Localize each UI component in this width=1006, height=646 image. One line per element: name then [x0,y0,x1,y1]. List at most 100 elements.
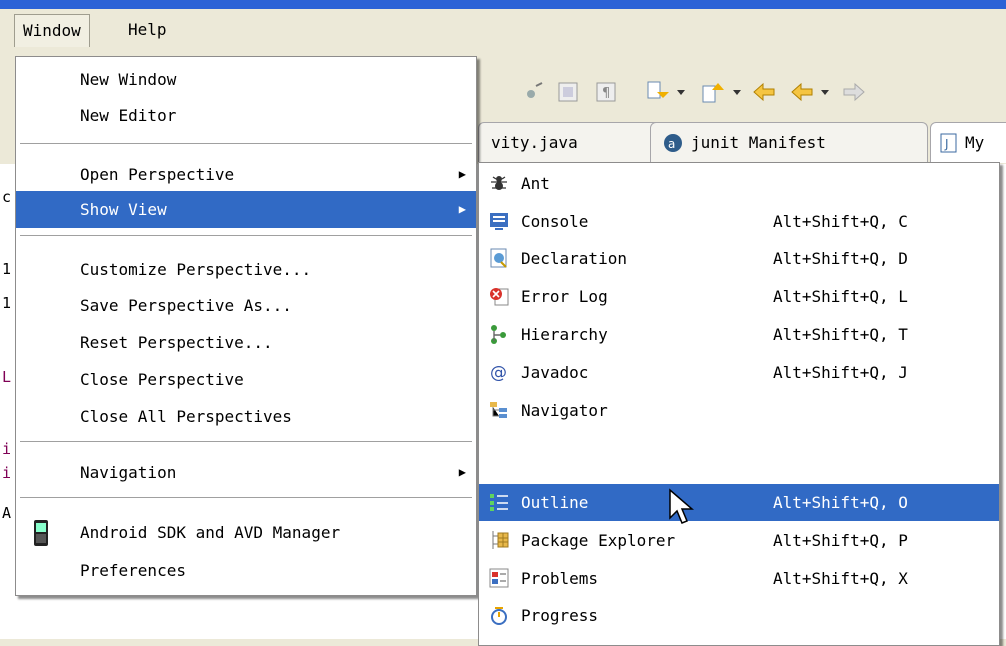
outline-icon [490,494,508,511]
submenu-arrow-icon: ▶ [458,167,466,181]
problems-icon [489,568,509,588]
svg-text:a: a [668,137,675,151]
paragraph-icon[interactable]: ¶ [594,80,618,104]
menu-item-open-perspective[interactable]: Open Perspective ▶ [16,156,476,193]
menu-item-reset-perspective[interactable]: Reset Perspective... [16,324,476,361]
back-dropdown-icon[interactable] [818,80,832,104]
menu-item-label: Android SDK and AVD Manager [80,523,341,542]
menu-item-show-view[interactable]: Show View ▶ [16,191,476,228]
spell-check-icon[interactable] [522,80,546,104]
java-file-icon: J [940,133,957,153]
menu-help[interactable]: Help [120,14,175,46]
editor-fragment: A [2,504,12,522]
menu-item-label: Close All Perspectives [80,407,292,426]
previous-annotation-icon[interactable] [700,80,724,104]
view-item-label: Console [521,212,589,231]
back-icon[interactable] [790,80,814,104]
javadoc-icon: @ [490,363,507,382]
view-item-outline[interactable]: Outline Alt+Shift+Q, O [479,484,999,521]
hierarchy-icon [491,325,506,344]
view-item-shortcut: Alt+Shift+Q, L [773,287,908,306]
menu-item-label: New Editor [80,106,177,125]
menu-item-label: Close Perspective [80,370,244,389]
view-item-shortcut: Alt+Shift+Q, O [773,493,908,512]
menu-item-label: Show View [80,200,167,219]
menu-item-save-perspective-as[interactable]: Save Perspective As... [16,287,476,324]
view-item-hierarchy[interactable]: Hierarchy Alt+Shift+Q, T [479,316,999,353]
menu-item-close-perspective[interactable]: Close Perspective [16,361,476,398]
ant-icon [491,176,507,190]
view-item-shortcut: Alt+Shift+Q, J [773,363,908,382]
editor-fragment: i [2,464,12,482]
view-item-ant[interactable]: Ant [479,165,999,202]
show-whitespace-icon[interactable] [556,80,580,104]
menu-item-android-sdk[interactable]: Android SDK and AVD Manager [16,514,476,551]
view-item-progress[interactable]: Progress [479,597,999,634]
view-item-error-log[interactable]: Error Log Alt+Shift+Q, L [479,278,999,315]
menu-item-new-editor[interactable]: New Editor [16,97,476,134]
view-item-label: Progress [521,606,599,625]
menu-item-new-window[interactable]: New Window [16,61,476,98]
editor-fragment: c [2,188,12,206]
menu-item-customize-perspective[interactable]: Customize Perspective... [16,251,476,288]
package-explorer-icon [492,531,509,549]
window-title-bar [0,0,1006,9]
tab-my[interactable]: J My [930,122,1006,163]
tab-label: vity.java [491,133,578,152]
menu-item-label: Navigation [80,463,177,482]
view-item-shortcut: Alt+Shift+Q, X [773,569,908,588]
forward-icon[interactable] [842,80,866,104]
menu-item-label: New Window [80,70,177,89]
next-annotation-icon[interactable] [645,80,669,104]
view-item-javadoc[interactable]: @ Javadoc Alt+Shift+Q, J [479,354,999,391]
view-item-navigator[interactable]: Navigator [479,392,999,429]
previous-annotation-dropdown-icon[interactable] [730,80,744,104]
view-item-declaration[interactable]: Declaration Alt+Shift+Q, D [479,240,999,277]
android-phone-icon [34,520,48,546]
editor-fragment: L [2,368,12,386]
view-item-label: Ant [521,174,550,193]
tab-label: My [965,133,985,152]
view-item-shortcut: Alt+Shift+Q, D [773,249,908,268]
submenu-arrow-icon: ▶ [458,465,466,479]
view-item-shortcut: Alt+Shift+Q, C [773,212,908,231]
last-edit-location-icon[interactable] [752,80,776,104]
view-item-package-explorer[interactable]: Package Explorer Alt+Shift+Q, P [479,522,999,559]
submenu-arrow-icon: ▶ [458,202,466,216]
tab-junit-manifest[interactable]: a junit Manifest [650,122,928,163]
view-item-label: Hierarchy [521,325,608,344]
svg-text:@: @ [490,363,507,382]
editor-fragment: i [2,440,12,458]
view-item-label: Outline [521,493,589,512]
view-item-label: Package Explorer [521,531,676,550]
error-log-icon [490,288,509,306]
mouse-cursor-icon [669,488,695,524]
view-item-shortcut: Alt+Shift+Q, P [773,531,908,550]
view-item-label: Declaration [521,249,627,268]
tab-activity-java[interactable]: vity.java [478,122,668,163]
editor-fragment: 1 [2,260,12,278]
view-item-label: Navigator [521,401,608,420]
next-annotation-dropdown-icon[interactable] [674,80,688,104]
svg-text:J: J [944,137,949,151]
menu-item-preferences[interactable]: Preferences [16,552,476,589]
menu-item-label: Open Perspective [80,165,235,184]
svg-text:¶: ¶ [602,86,610,101]
menu-window[interactable]: Window [14,14,90,47]
menu-bar: Window Help [0,9,1006,55]
view-item-console[interactable]: Console Alt+Shift+Q, C [479,203,999,240]
menu-item-label: Reset Perspective... [80,333,273,352]
window-menu: New Window New Editor Open Perspective ▶ … [15,56,477,596]
view-item-problems[interactable]: Problems Alt+Shift+Q, X [479,560,999,597]
view-item-label: Javadoc [521,363,589,382]
menu-separator [20,235,472,237]
menu-item-navigation[interactable]: Navigation ▶ [16,454,476,491]
menu-item-close-all-perspectives[interactable]: Close All Perspectives [16,398,476,435]
menu-item-label: Save Perspective As... [80,296,292,315]
menu-separator [20,441,472,443]
view-item-label: Error Log [521,287,608,306]
view-item-shortcut: Alt+Shift+Q, T [773,325,908,344]
editor-fragment: 1 [2,294,12,312]
show-view-submenu: Ant Console Alt+Shift+Q, C Declaration A… [478,162,1000,646]
view-item-label: Problems [521,569,599,588]
